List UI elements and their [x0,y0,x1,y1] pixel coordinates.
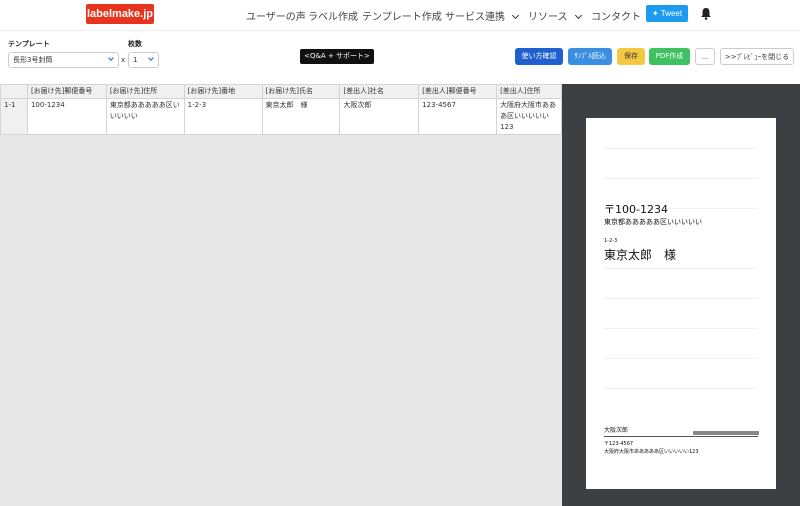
chevron-down-icon [108,55,114,61]
chevron-down-icon [148,55,154,61]
table-cell[interactable]: 100-1234 [26,98,107,135]
more-button[interactable]: ... [695,48,715,65]
recipient-name: 東京太郎 様 [604,248,677,262]
sender-zip: 〒123-4567 [604,441,634,447]
row-header[interactable]: 1-1 [0,98,28,135]
nav-link-resource[interactable]: リソース [528,8,582,23]
table-header-row: [お届け先]郵便番号 [お届け先]住所 [お届け先]番地 [お届け先]氏名 [差… [0,84,562,99]
table-row: 1-1 100-1234 東京都あああああ区いいいいい 1-2-3 東京太郎 様… [0,98,562,135]
chevron-down-icon [511,11,520,20]
sender-address: 大阪府大阪市あああああ区いいいいい123 [604,449,699,455]
sample-load-button[interactable]: ｻﾝﾌﾟﾙ読込 [568,48,612,65]
column-header[interactable]: [お届け先]氏名 [261,84,341,99]
column-header[interactable]: [差出人]郵便番号 [418,84,498,99]
count-select[interactable]: 1 [128,52,159,68]
qa-support-link[interactable]: <Q&A + サポート> [300,49,374,64]
nav-link-service[interactable]: サービス連携 [445,8,520,23]
template-label: テンプレート [8,40,50,48]
data-table: [お届け先]郵便番号 [お届け先]住所 [お届け先]番地 [お届け先]氏名 [差… [0,84,562,135]
sender-label-bar [693,431,759,435]
nav-link-user-voice[interactable]: ユーザーの声 [246,8,306,23]
usage-button[interactable]: 使い方確認 [515,48,563,65]
bell-icon[interactable] [700,7,712,20]
bird-icon: ✦ [651,9,659,18]
guide-line [604,148,758,149]
close-preview-button[interactable]: >>ﾌﾟﾚﾋﾞｭｰを閉じる [720,48,794,65]
table-cell[interactable]: 東京太郎 様 [261,98,341,135]
column-header[interactable]: [お届け先]郵便番号 [26,84,107,99]
template-select[interactable]: 長形3号封筒 [8,52,119,68]
nav-link-contact[interactable]: コンタクト [591,8,641,23]
navbar: labelmake.jp ユーザーの声 ラベル作成 テンプレート作成 サービス連… [0,0,800,30]
guide-line [604,268,758,269]
envelope-preview: 〒100-1234 東京都あああああ区いいいいい 1-2-3 東京太郎 様 大阪… [586,118,776,489]
spreadsheet-area: [お届け先]郵便番号 [お届け先]住所 [お届け先]番地 [お届け先]氏名 [差… [0,84,562,506]
qa-support-label: <Q&A + サポート> [304,52,370,60]
corner-cell [0,84,28,99]
nav-link-service-label: サービス連携 [445,12,505,23]
column-header[interactable]: [差出人]社名 [339,84,420,99]
table-cell[interactable]: 大阪府大阪市あああ区いいいいい123 [496,98,562,135]
logo[interactable]: labelmake.jp [86,4,154,24]
preview-panel: 〒100-1234 東京都あああああ区いいいいい 1-2-3 東京太郎 様 大阪… [562,84,800,506]
sender-divider [604,436,758,437]
tweet-label: Tweet [660,9,683,18]
column-header[interactable]: [お届け先]住所 [105,84,185,99]
template-select-value: 長形3号封筒 [13,56,53,64]
guide-line [604,328,758,329]
column-header[interactable]: [お届け先]番地 [183,84,263,99]
recipient-zip: 〒100-1234 [604,203,668,216]
chevron-down-icon [574,11,582,20]
guide-line [604,298,758,299]
count-select-value: 1 [133,56,138,64]
table-cell[interactable]: 大阪次郎 [339,98,420,135]
guide-line [604,178,758,179]
tweet-button[interactable]: ✦ Tweet [646,5,688,22]
column-header[interactable]: [差出人]住所 [496,84,562,99]
recipient-banchi: 1-2-3 [604,238,618,244]
recipient-address: 東京都あああああ区いいいいい [604,218,702,226]
times-sign: x [121,56,126,64]
table-cell[interactable]: 東京都あああああ区いいいいい [105,98,185,135]
nav-link-label-create[interactable]: ラベル作成 [308,8,358,23]
nav-link-template-create[interactable]: テンプレート作成 [362,8,442,23]
guide-line [604,358,758,359]
table-cell[interactable]: 1-2-3 [183,98,263,135]
toolbar: テンプレート 長形3号封筒 x 枚数 1 <Q&A + サポート> 使い方確認 … [0,30,800,84]
guide-line [604,388,758,389]
count-label: 枚数 [128,40,142,48]
pdf-create-button[interactable]: PDF作成 [649,48,690,65]
sender-name: 大阪次郎 [604,427,629,434]
nav-link-resource-label: リソース [528,12,568,23]
table-cell[interactable]: 123-4567 [418,98,498,135]
save-button[interactable]: 保存 [617,48,645,65]
